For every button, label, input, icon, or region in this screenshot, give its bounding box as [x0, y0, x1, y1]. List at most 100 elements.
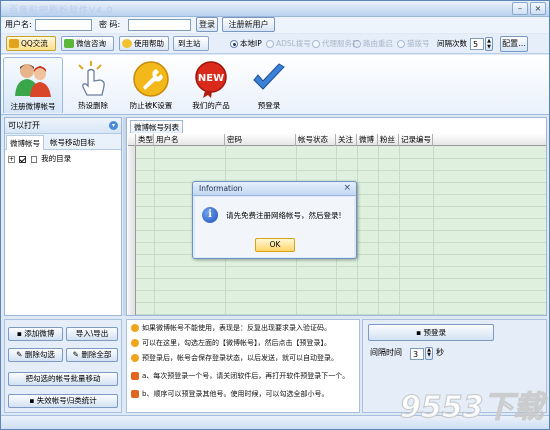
config-button[interactable]: 配置...: [500, 36, 528, 52]
register-account-tab[interactable]: 注册微博帐号: [3, 57, 63, 113]
grid-col-line: [154, 146, 155, 315]
delete-all-label: 删除全部: [81, 350, 112, 359]
radio-local-ip[interactable]: [230, 40, 238, 48]
users-icon: [15, 64, 51, 97]
function-iconbar: 注册微博帐号 热设删除 防止被K设置 NEW 我们的产品 预登录: [1, 55, 549, 115]
col-record-id[interactable]: 记录编号: [399, 134, 433, 146]
tab-account-list[interactable]: 微博帐号列表: [130, 120, 183, 133]
password-input[interactable]: [128, 19, 191, 31]
col-follow[interactable]: 关注: [336, 134, 357, 146]
dialog-message: 请先免费注册网络帐号，然后登录!: [226, 211, 342, 220]
lightbulb-icon: [122, 39, 132, 48]
warning-icon: [131, 324, 139, 332]
account-tree-panel: 可以打开 ▾ 微博帐号 帐号移动目标 + 我的目录: [4, 117, 122, 316]
grid-row-header: [128, 146, 136, 315]
grid-header: 类型 用户名 密码 帐号状态 关注 微博 粉丝 记录编号: [128, 134, 546, 146]
ok-button[interactable]: OK: [255, 238, 295, 252]
interval-input[interactable]: [410, 348, 424, 360]
stats-label: 失效帐号归类统计: [36, 396, 97, 405]
delete-all-button[interactable]: ✎ 删除全部: [66, 348, 118, 362]
register-button[interactable]: 注册新用户: [222, 17, 275, 32]
stats-icon: ▪: [29, 396, 35, 405]
add-account-button[interactable]: ▪ 添加微博: [8, 327, 63, 341]
redial-count-input[interactable]: [470, 38, 484, 50]
qq-icon: [9, 39, 19, 48]
grid-row-line: [136, 290, 546, 291]
expand-icon[interactable]: +: [8, 155, 15, 163]
dialog-title: Information: [199, 184, 243, 193]
grid-row-line: [136, 278, 546, 279]
grid-col-line: [378, 146, 379, 315]
radio-router-label: 路由重启: [363, 39, 393, 48]
pre-login-label: 预登录: [257, 101, 281, 110]
interval-stepper[interactable]: ▲ ▼: [425, 347, 433, 360]
grid-col-line: [433, 146, 434, 315]
tip-item: 预登录后，帐号会保存登录状态，以后发送，就可以自动登录。: [131, 354, 338, 363]
tip-text: 预登录后，帐号会保存登录状态，以后发送，就可以自动登录。: [142, 354, 338, 362]
our-products-tab[interactable]: NEW 我们的产品: [183, 57, 239, 113]
qq-button-label: QQ交流: [21, 39, 48, 48]
radio-adsl[interactable]: [266, 40, 274, 48]
add-account-label: 添加微博: [24, 329, 55, 338]
anti-ban-tab[interactable]: 防止被K设置: [123, 57, 179, 113]
wrench-icon: [133, 61, 169, 97]
pre-login-tab[interactable]: 预登录: [241, 57, 297, 113]
login-button[interactable]: 登录: [196, 17, 218, 32]
qq-button[interactable]: QQ交流: [6, 36, 56, 51]
radio-adsl-label: ADSL拨号: [276, 39, 311, 48]
col-password[interactable]: 密码: [225, 134, 296, 146]
col-weibo[interactable]: 微博: [357, 134, 378, 146]
tree-item-my-directory[interactable]: + 我的目录: [8, 154, 71, 164]
wechat-icon: [64, 39, 74, 48]
left-panel-header: 可以打开 ▾: [5, 118, 121, 134]
add-account-icon: ▪: [16, 329, 22, 338]
redial-count-stepper[interactable]: ▲ ▼: [485, 37, 493, 51]
stats-button[interactable]: ▪ 失效帐号归类统计: [8, 394, 118, 408]
title-bar: 百度贴吧刷粉软件V4.0 – ×: [1, 1, 549, 17]
radio-modem[interactable]: [397, 40, 405, 48]
main-site-button[interactable]: 到主站: [173, 36, 209, 51]
help-button-label: 使用帮助: [134, 39, 164, 48]
help-button[interactable]: 使用帮助: [119, 36, 169, 51]
warning-icon: [131, 354, 139, 362]
tree-checkbox[interactable]: [19, 155, 27, 163]
dialog-close-button[interactable]: ×: [343, 183, 351, 193]
minimize-button[interactable]: –: [512, 2, 528, 15]
checkmark-icon: [253, 63, 285, 90]
col-username[interactable]: 用户名: [154, 134, 225, 146]
batch-move-button[interactable]: 把勾选的帐号批量移动: [8, 372, 118, 386]
col-type[interactable]: 类型: [136, 134, 154, 146]
wechat-button-label: 微信咨询: [76, 39, 106, 48]
import-export-button[interactable]: 导入\导出: [66, 327, 118, 341]
dialog-body: i 请先免费注册网络帐号，然后登录! OK: [195, 197, 354, 257]
hot-delete-tab[interactable]: 热设删除: [65, 57, 121, 113]
register-account-label: 注册微博帐号: [10, 102, 56, 111]
watermark-logo: 9553下载: [399, 389, 548, 425]
radio-local-ip-label: 本地IP: [240, 39, 262, 48]
wechat-button[interactable]: 微信咨询: [61, 36, 114, 51]
pre-login-button[interactable]: ▪ 预登录: [368, 324, 494, 341]
grid-row-line: [136, 266, 546, 267]
pre-login-icon: ▪: [416, 328, 422, 337]
close-button[interactable]: ×: [530, 2, 546, 15]
radio-proxy[interactable]: [312, 40, 320, 48]
grid-col-line: [399, 146, 400, 315]
chevron-down-icon[interactable]: ▾: [109, 121, 118, 130]
main-site-button-label: 到主站: [178, 39, 201, 48]
eraser-icon: ✎: [72, 350, 79, 359]
info-icon: i: [202, 207, 218, 223]
tab-weibo-accounts[interactable]: 微博帐号: [6, 135, 44, 150]
radio-router[interactable]: [353, 40, 361, 48]
warning-icon: [131, 339, 139, 347]
delete-checked-button[interactable]: ✎ 删除勾选: [8, 348, 63, 362]
fire-icon: [131, 390, 139, 398]
col-fans[interactable]: 粉丝: [378, 134, 399, 146]
username-input[interactable]: [35, 19, 92, 31]
tips-panel: 如果微博帐号不能使用，表现是：反复出现要求录入验证码。 可以在这里，勾选左面的【…: [126, 319, 360, 413]
tab-move-target[interactable]: 帐号移动目标: [47, 135, 98, 150]
grid-corner: [128, 134, 136, 146]
hand-click-icon: [78, 61, 105, 96]
app-window: 百度贴吧刷粉软件V4.0 – × 用户名: 密 码: 登录 注册新用户 QQ交流…: [0, 0, 550, 430]
svg-text:NEW: NEW: [198, 73, 224, 84]
col-status[interactable]: 帐号状态: [296, 134, 336, 146]
